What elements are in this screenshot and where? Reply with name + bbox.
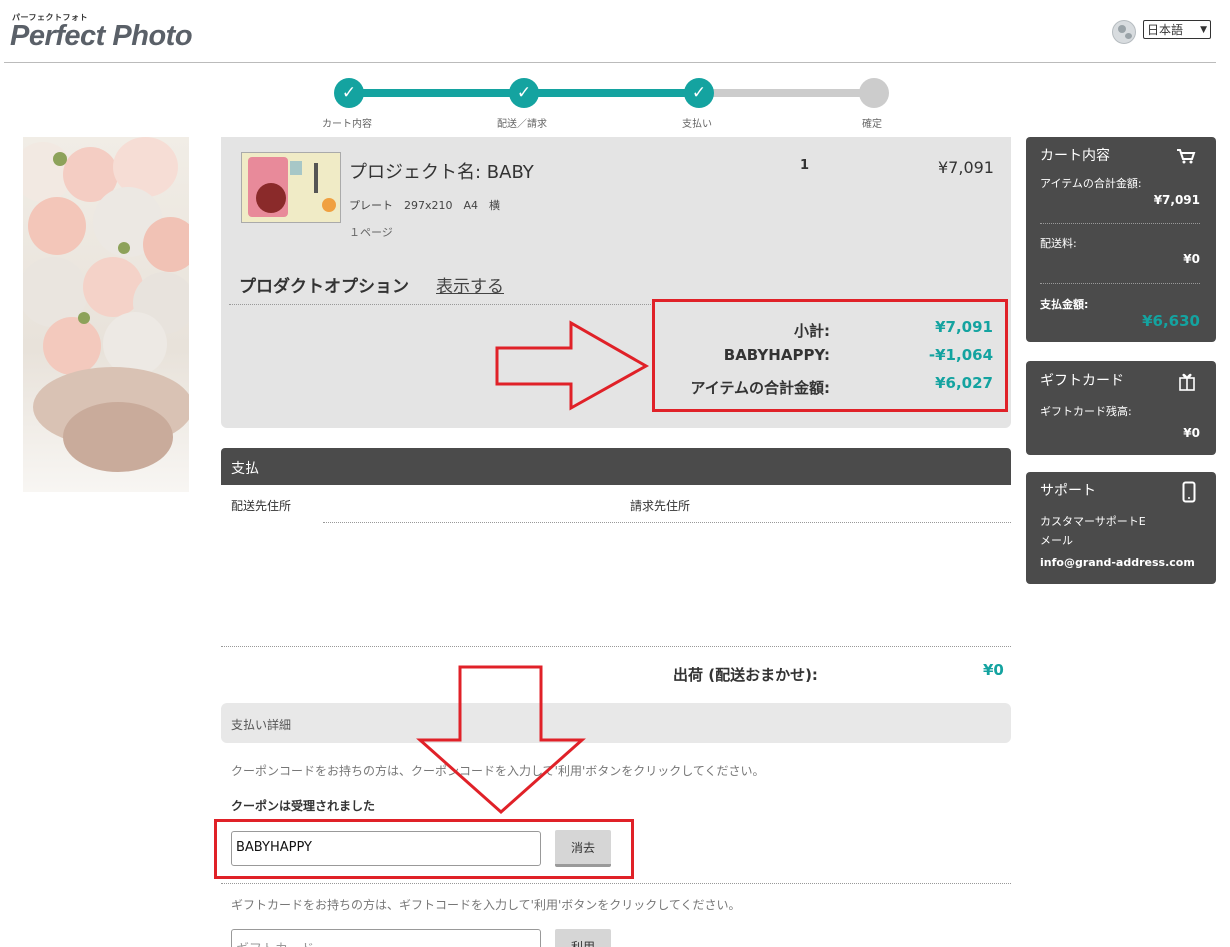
options-divider <box>229 304 653 305</box>
sidebar-support-title: サポート <box>1040 483 1096 499</box>
project-pages: １ページ <box>349 226 393 239</box>
globe-icon <box>1112 20 1136 44</box>
coupon-highlight-box <box>214 819 634 879</box>
gift-instructions: ギフトカードをお持ちの方は、ギフトコードを入力して'利用'ボタンをクリックしてく… <box>231 898 741 912</box>
step-2-check-icon: ✓ <box>509 78 539 108</box>
step-label-payment: 支払い <box>682 119 712 130</box>
sidebar-support-email-label: カスタマーサポートEメール <box>1040 515 1146 547</box>
payment-section-header: 支払 <box>221 448 1011 485</box>
sidebar-gift-balance-label: ギフトカード残高: <box>1040 405 1132 418</box>
item-quantity: 1 <box>800 158 810 173</box>
chevron-down-icon: ▼ <box>1200 24 1207 35</box>
step-1-check-icon: ✓ <box>334 78 364 108</box>
shipping-method-label: 出荷 (配送おまかせ): <box>673 666 818 684</box>
annotation-arrow-down <box>416 665 586 815</box>
language-select[interactable]: 日本語 ▼ <box>1143 20 1211 39</box>
sidebar-gift-title: ギフトカード <box>1040 373 1124 389</box>
sidebar-cart-panel: カート内容 アイテムの合計金額: ¥7,091 配送料: ¥0 支払金額: ¥6… <box>1026 137 1216 342</box>
sidebar-pay-total-label: 支払金額: <box>1040 298 1089 311</box>
annotation-arrow-right <box>495 320 650 411</box>
sidebar-items-total-label: アイテムの合計金額: <box>1040 177 1142 190</box>
sidebar-support-email[interactable]: info@grand-address.com <box>1040 556 1195 569</box>
address-divider <box>323 522 1011 523</box>
project-spec: プレート 297x210 A4 横 <box>349 199 501 212</box>
address-bottom-divider <box>221 646 1011 647</box>
gift-icon <box>1179 373 1195 391</box>
sidebar-divider <box>1040 223 1200 224</box>
step-4-circle <box>859 78 889 108</box>
sidebar-gift-panel: ギフトカード ギフトカード残高: ¥0 <box>1026 361 1216 455</box>
logo[interactable]: Perfect Photo <box>10 20 193 53</box>
product-options-title: プロダクトオプション <box>239 277 409 297</box>
payment-details-header: 支払い詳細 <box>221 703 1011 743</box>
sidebar-items-total-value: ¥7,091 <box>1153 193 1200 207</box>
project-thumbnail[interactable] <box>241 152 341 223</box>
step-label-confirm: 確定 <box>862 119 882 130</box>
sidebar-gift-balance-value: ¥0 <box>1183 426 1200 440</box>
stepper-progress-todo <box>699 89 874 97</box>
sidebar-pay-total-value: ¥6,630 <box>1142 312 1200 330</box>
coupon-accepted-message: クーポンは受理されました <box>231 799 376 813</box>
cart-icon <box>1177 149 1196 164</box>
step-label-shipping: 配送／請求 <box>497 119 547 130</box>
project-name: プロジェクト名: BABY <box>349 162 534 183</box>
mobile-phone-icon <box>1182 481 1196 503</box>
summary-highlight-box <box>652 299 1008 412</box>
step-3-check-icon: ✓ <box>684 78 714 108</box>
sidebar-shipping-value: ¥0 <box>1183 252 1200 266</box>
step-label-cart: カート内容 <box>322 119 372 130</box>
sidebar-divider <box>1040 283 1200 284</box>
billing-address-label: 請求先住所 <box>630 499 691 513</box>
show-options-link[interactable]: 表示する <box>436 272 504 297</box>
bouquet-image <box>23 137 189 492</box>
item-price: ¥7,091 <box>938 158 994 177</box>
sidebar-shipping-label: 配送料: <box>1040 237 1077 250</box>
gift-divider <box>221 883 1011 884</box>
shipping-method-value: ¥0 <box>983 661 1004 679</box>
shipping-address-label: 配送先住所 <box>231 499 292 513</box>
sidebar-support-panel: サポート カスタマーサポートEメール info@grand-address.co… <box>1026 472 1216 584</box>
gift-apply-button[interactable]: 利用 <box>555 929 611 947</box>
gift-card-input[interactable]: ギフトカード <box>231 929 541 947</box>
sidebar-cart-title: カート内容 <box>1040 148 1110 164</box>
language-value: 日本語 <box>1147 23 1184 37</box>
header-divider <box>4 62 1216 63</box>
